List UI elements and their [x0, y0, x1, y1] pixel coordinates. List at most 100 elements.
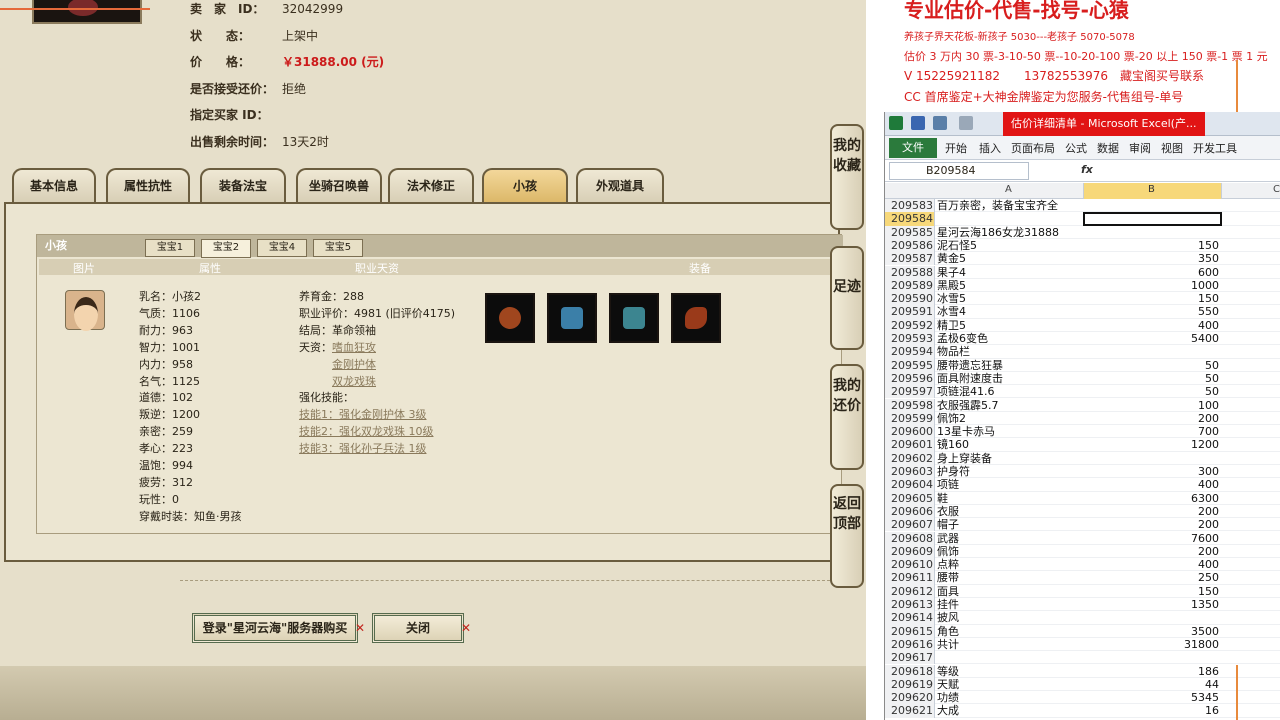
cell-a[interactable]: 功绩: [937, 691, 959, 704]
menu-developer[interactable]: 开发工具: [1193, 140, 1237, 156]
row-number[interactable]: 209620: [885, 691, 935, 705]
cell-a[interactable]: 角色: [937, 625, 959, 638]
menu-home[interactable]: 开始: [945, 140, 967, 156]
row-number[interactable]: 209605: [885, 491, 935, 505]
cell-a[interactable]: 腰带遗忘狂暴: [937, 359, 1003, 372]
row-number[interactable]: 209607: [885, 518, 935, 532]
cell-b[interactable]: 550: [1083, 305, 1219, 318]
cell-a[interactable]: 挂件: [937, 598, 959, 611]
cell-a[interactable]: 冰雪4: [937, 305, 966, 318]
row-number[interactable]: 209600: [885, 425, 935, 439]
sheet-row[interactable]: 209611 腰带 250: [885, 571, 1280, 585]
sheet-row[interactable]: 209616 共计 31800: [885, 637, 1280, 652]
row-number[interactable]: 209611: [885, 571, 935, 585]
back-to-top-button[interactable]: 返回顶部: [830, 484, 864, 588]
sheet-row[interactable]: 209590 冰雪5 150: [885, 292, 1280, 306]
sheet-row[interactable]: 209601 镜160 1200: [885, 438, 1280, 452]
cell-a[interactable]: 腰带: [937, 571, 959, 584]
close-button[interactable]: 关闭 ✕: [372, 613, 471, 643]
tab-basic-info[interactable]: 基本信息: [12, 168, 96, 202]
tab-children[interactable]: 小孩: [482, 168, 568, 202]
sheet-row[interactable]: 209619 天赋 44: [885, 677, 1280, 692]
row-number[interactable]: 209616: [885, 637, 935, 652]
cell-b[interactable]: 150: [1083, 239, 1219, 252]
cell-a[interactable]: 精卫5: [937, 319, 966, 332]
row-number[interactable]: 209610: [885, 558, 935, 572]
talent-1-link[interactable]: 嗜血狂攻: [332, 341, 376, 354]
tab-equipment[interactable]: 装备法宝: [200, 168, 286, 202]
cell-a[interactable]: 面具附速度击: [937, 372, 1003, 385]
cell-a[interactable]: 孟极6变色: [937, 332, 988, 345]
row-number[interactable]: 209589: [885, 278, 935, 293]
sheet-row[interactable]: 209585 星河云海186女龙31888: [885, 225, 1280, 239]
tab-spell-modifiers[interactable]: 法术修正: [388, 168, 474, 202]
tab-attributes[interactable]: 属性抗性: [106, 168, 190, 202]
cell-b[interactable]: 400: [1083, 558, 1219, 571]
cell-b[interactable]: 250: [1083, 571, 1219, 584]
cell-b[interactable]: 700: [1083, 425, 1219, 438]
row-number[interactable]: 209614: [885, 611, 935, 625]
row-number[interactable]: 209604: [885, 478, 935, 492]
row-number[interactable]: 209608: [885, 531, 935, 545]
row-number[interactable]: 209584: [885, 212, 935, 226]
cell-b[interactable]: 200: [1083, 518, 1219, 531]
my-favorites-button[interactable]: 我的收藏: [830, 124, 864, 230]
row-number[interactable]: 209592: [885, 318, 935, 332]
cell-a[interactable]: 鞋: [937, 492, 948, 505]
sheet-row[interactable]: 209607 帽子 200: [885, 518, 1280, 532]
row-number[interactable]: 209617: [885, 651, 935, 665]
sheet-row[interactable]: 209594 物品栏: [885, 345, 1280, 359]
sheet-row[interactable]: 209589 黑殿5 1000: [885, 278, 1280, 293]
sheet-row[interactable]: 209591 冰雪4 550: [885, 305, 1280, 319]
row-number[interactable]: 209591: [885, 305, 935, 319]
fx-icon[interactable]: fx: [1081, 163, 1093, 176]
cell-b[interactable]: 50: [1083, 385, 1219, 398]
cell-a[interactable]: 衣服强霹5.7: [937, 399, 999, 412]
menu-data[interactable]: 数据: [1097, 140, 1119, 156]
sheet-row[interactable]: 209600 13星卡赤马 700: [885, 425, 1280, 439]
column-b-header[interactable]: B: [1083, 183, 1222, 199]
row-number[interactable]: 209603: [885, 465, 935, 479]
row-number[interactable]: 209613: [885, 598, 935, 612]
cell-b[interactable]: 50: [1083, 372, 1219, 385]
row-number[interactable]: 209595: [885, 358, 935, 372]
subtab-baby-4[interactable]: 宝宝4: [257, 239, 307, 257]
name-box[interactable]: B209584: [889, 162, 1029, 180]
sheet-row[interactable]: 209610 点粹 400: [885, 558, 1280, 572]
cell-a[interactable]: 帽子: [937, 518, 959, 531]
cell-a[interactable]: 星河云海186女龙31888: [937, 226, 1059, 239]
row-number[interactable]: 209599: [885, 411, 935, 426]
cell-a[interactable]: 冰雪5: [937, 292, 966, 305]
sheet-row[interactable]: 209613 挂件 1350: [885, 598, 1280, 612]
row-number[interactable]: 209621: [885, 704, 935, 718]
cell-b[interactable]: 3500: [1083, 625, 1219, 638]
subtab-baby-1[interactable]: 宝宝1: [145, 239, 195, 257]
row-number[interactable]: 209585: [885, 225, 935, 239]
sheet-row[interactable]: 209608 武器 7600: [885, 531, 1280, 545]
row-number[interactable]: 209606: [885, 504, 935, 519]
row-number[interactable]: 209590: [885, 292, 935, 306]
talent-3-link[interactable]: 双龙戏珠: [332, 375, 376, 388]
belt-icon[interactable]: [485, 293, 535, 343]
robe-icon[interactable]: [547, 293, 597, 343]
cell-a[interactable]: 面具: [937, 585, 959, 598]
row-number[interactable]: 209609: [885, 544, 935, 559]
tab-appearance-items[interactable]: 外观道具: [576, 168, 664, 202]
cell-b[interactable]: 100: [1083, 399, 1219, 412]
subtab-baby-2[interactable]: 宝宝2: [201, 239, 251, 258]
cell-b[interactable]: 1200: [1083, 438, 1219, 451]
sheet-row[interactable]: 209596 面具附速度击 50: [885, 371, 1280, 386]
cell-b[interactable]: 6300: [1083, 492, 1219, 505]
menu-formulas[interactable]: 公式: [1065, 140, 1087, 156]
cell-a[interactable]: 泥石怪5: [937, 239, 977, 252]
cell-b[interactable]: 150: [1083, 292, 1219, 305]
cell-b[interactable]: 1000: [1083, 279, 1219, 292]
cell-a[interactable]: 等级: [937, 665, 959, 678]
cell-a[interactable]: 天赋: [937, 678, 959, 691]
row-number[interactable]: 209588: [885, 265, 935, 279]
sheet-row[interactable]: 209606 衣服 200: [885, 504, 1280, 519]
row-number[interactable]: 209615: [885, 624, 935, 638]
cell-b[interactable]: 200: [1083, 505, 1219, 518]
selected-cell[interactable]: [1083, 212, 1222, 227]
undo-icon[interactable]: [933, 116, 947, 130]
